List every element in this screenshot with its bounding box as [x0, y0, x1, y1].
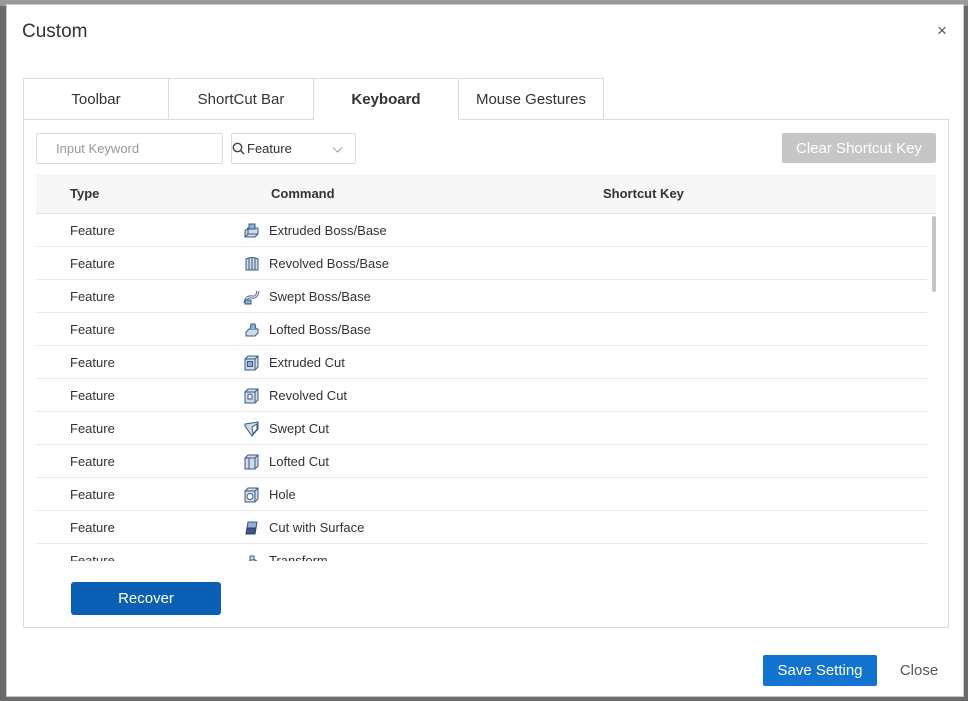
column-header-type[interactable]: Type	[70, 174, 99, 214]
cut-with-surface-icon	[242, 518, 262, 538]
tab-bar: Toolbar ShortCut Bar Keyboard Mouse Gest…	[23, 78, 604, 120]
table-row[interactable]: Feature Extruded Cut	[36, 346, 927, 379]
swept-boss-icon	[242, 287, 262, 307]
search-input[interactable]	[37, 134, 232, 163]
row-command: Swept Boss/Base	[269, 289, 371, 304]
keyboard-panel: Feature Clear Shortcut Key Type Command …	[23, 119, 949, 628]
table-row[interactable]: Feature Revolved Boss/Base	[36, 247, 927, 280]
row-type: Feature	[70, 487, 115, 502]
row-command: Transform	[269, 553, 328, 561]
row-command: Lofted Boss/Base	[269, 322, 371, 337]
table-header: Type Command Shortcut Key	[36, 174, 936, 214]
table-row[interactable]: Feature Lofted Cut	[36, 445, 927, 478]
tab-mouse-gestures[interactable]: Mouse Gestures	[459, 78, 604, 120]
save-setting-button[interactable]: Save Setting	[763, 655, 877, 686]
table-row[interactable]: Feature Cut with Surface	[36, 511, 927, 544]
close-icon[interactable]: ×	[935, 22, 949, 39]
extruded-boss-icon	[242, 221, 262, 241]
table-scrollbar[interactable]	[932, 216, 936, 292]
table-row[interactable]: Feature Revolved Cut	[36, 379, 927, 412]
table-row[interactable]: Feature Lofted Boss/Base	[36, 313, 927, 346]
row-type: Feature	[70, 322, 115, 337]
row-command: Cut with Surface	[269, 520, 365, 535]
lofted-boss-icon	[242, 320, 262, 340]
revolved-cut-icon	[242, 386, 262, 406]
row-command: Swept Cut	[269, 421, 329, 436]
table-row[interactable]: Feature Extruded Boss/Base	[36, 214, 927, 247]
extruded-cut-icon	[242, 353, 262, 373]
chevron-down-icon	[332, 143, 343, 158]
row-type: Feature	[70, 289, 115, 304]
row-command: Lofted Cut	[269, 454, 329, 469]
clear-shortcut-key-button[interactable]: Clear Shortcut Key	[782, 133, 936, 163]
revolved-boss-icon	[242, 254, 262, 274]
row-type: Feature	[70, 388, 115, 403]
dialog-title: Custom	[22, 21, 88, 42]
row-type: Feature	[70, 454, 115, 469]
table-row[interactable]: Feature Swept Boss/Base	[36, 280, 927, 313]
row-type: Feature	[70, 223, 115, 238]
row-command: Revolved Cut	[269, 388, 348, 403]
type-filter-value: Feature	[247, 141, 292, 156]
custom-dialog: Custom × Toolbar ShortCut Bar Keyboard M…	[6, 4, 964, 697]
row-command: Hole	[269, 487, 296, 502]
row-type: Feature	[70, 520, 115, 535]
search-box	[36, 133, 245, 164]
tab-toolbar[interactable]: Toolbar	[23, 78, 169, 120]
type-filter-select[interactable]: Feature	[231, 133, 356, 164]
row-command: Extruded Boss/Base	[269, 223, 387, 238]
table-row[interactable]: Feature Transform	[36, 544, 927, 561]
row-type: Feature	[70, 256, 115, 271]
hole-icon	[242, 485, 262, 505]
row-command: Extruded Cut	[269, 355, 345, 370]
row-type: Feature	[70, 421, 115, 436]
row-type: Feature	[70, 355, 115, 370]
row-type: Feature	[70, 553, 115, 561]
column-header-command[interactable]: Command	[271, 174, 335, 214]
row-command: Revolved Boss/Base	[269, 256, 389, 271]
column-header-shortcut-key[interactable]: Shortcut Key	[603, 174, 684, 214]
command-table-body: Feature Extruded Boss/Base Feature Revol…	[36, 214, 936, 561]
table-row[interactable]: Feature Hole	[36, 478, 927, 511]
recover-button[interactable]: Recover	[71, 582, 221, 615]
lofted-cut-icon	[242, 452, 262, 472]
transform-icon	[242, 551, 262, 561]
swept-cut-icon	[242, 419, 262, 439]
close-button[interactable]: Close	[889, 655, 949, 686]
tab-shortcut-bar[interactable]: ShortCut Bar	[169, 78, 314, 120]
tab-keyboard[interactable]: Keyboard	[314, 78, 459, 120]
table-row[interactable]: Feature Swept Cut	[36, 412, 927, 445]
